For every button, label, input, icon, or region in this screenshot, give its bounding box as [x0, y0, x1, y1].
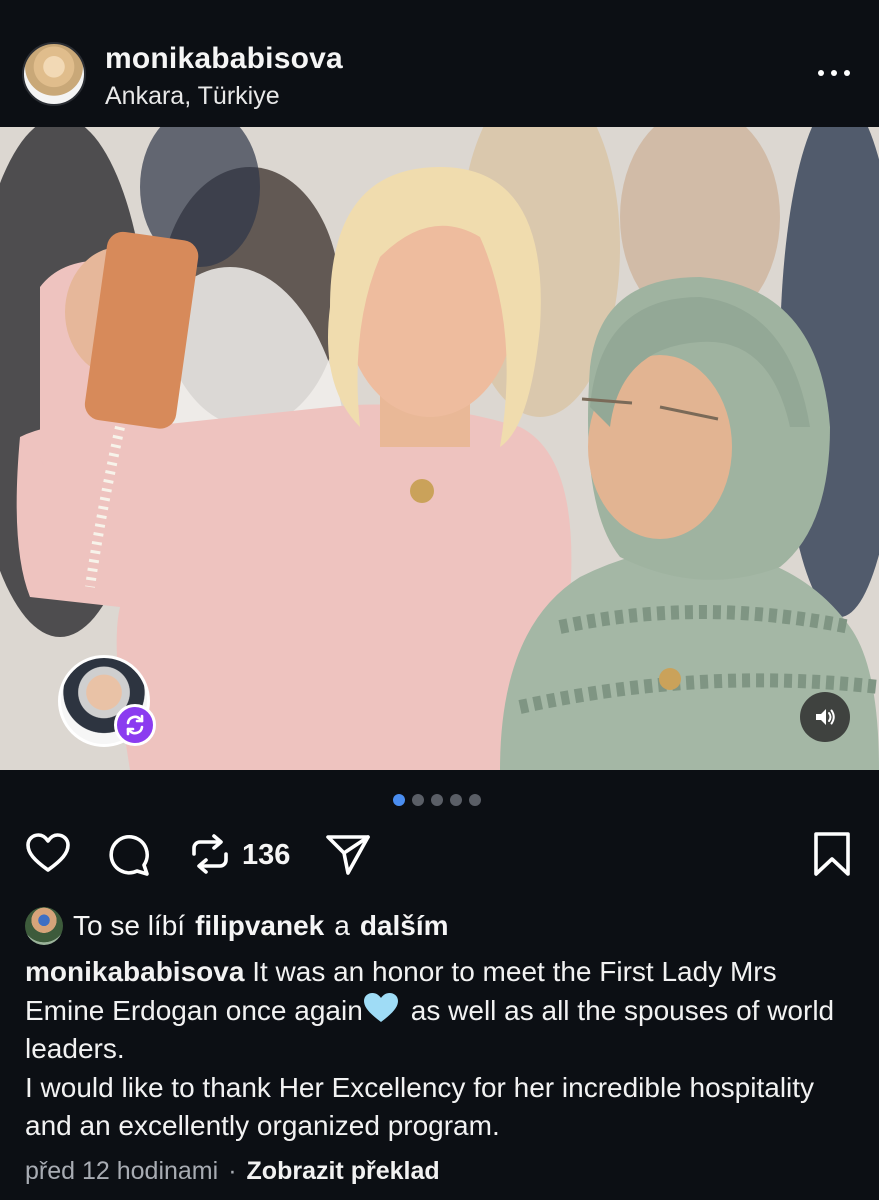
post-header: monikababisova Ankara, Türkiye [0, 0, 879, 127]
post-meta: před 12 hodinami · Zobrazit překlad [25, 1157, 440, 1186]
likes-others[interactable]: dalším [360, 910, 449, 942]
repost-icon [126, 714, 144, 736]
repost-count: 136 [242, 839, 291, 871]
carousel-dot [412, 794, 424, 806]
carousel-dot [450, 794, 462, 806]
likes-prefix: To se líbí [73, 910, 186, 941]
comment-icon[interactable] [104, 830, 152, 878]
caption-author[interactable]: monikababisova [25, 956, 244, 987]
carousel-indicator [393, 794, 481, 808]
bookmark-icon[interactable] [808, 830, 856, 878]
carousel-dot [431, 794, 443, 806]
share-send-icon[interactable] [324, 830, 372, 878]
meta-separator: · [228, 1157, 237, 1185]
author-avatar[interactable] [22, 42, 86, 106]
author-username[interactable]: monikababisova [105, 42, 343, 76]
repost-badge [114, 704, 156, 746]
caption-paragraph-1: monikababisova It was an honor to meet t… [25, 953, 855, 1069]
like-heart-icon[interactable] [24, 830, 72, 878]
translate-link[interactable]: Zobrazit překlad [247, 1157, 440, 1186]
liker-avatar [25, 907, 63, 945]
repost-icon[interactable] [186, 830, 234, 878]
caption-paragraph-2: I would like to thank Her Excellency for… [25, 1071, 815, 1142]
likes-joiner: a [334, 910, 350, 941]
post-timestamp: před 12 hodinami [25, 1157, 219, 1185]
carousel-dot [469, 794, 481, 806]
more-options-button[interactable] [814, 58, 854, 88]
speaker-icon [816, 709, 835, 725]
sound-toggle-button[interactable] [800, 692, 850, 742]
carousel-dot-active [393, 794, 405, 806]
liker-username[interactable]: filipvanek [195, 910, 324, 942]
post-location[interactable]: Ankara, Türkiye [105, 82, 280, 111]
post-caption: monikababisova It was an honor to meet t… [25, 953, 855, 1146]
likes-summary[interactable]: To se líbí filipvanek a dalším [25, 906, 449, 946]
action-bar: 136 [0, 830, 879, 882]
light-blue-heart-icon [363, 992, 398, 1022]
